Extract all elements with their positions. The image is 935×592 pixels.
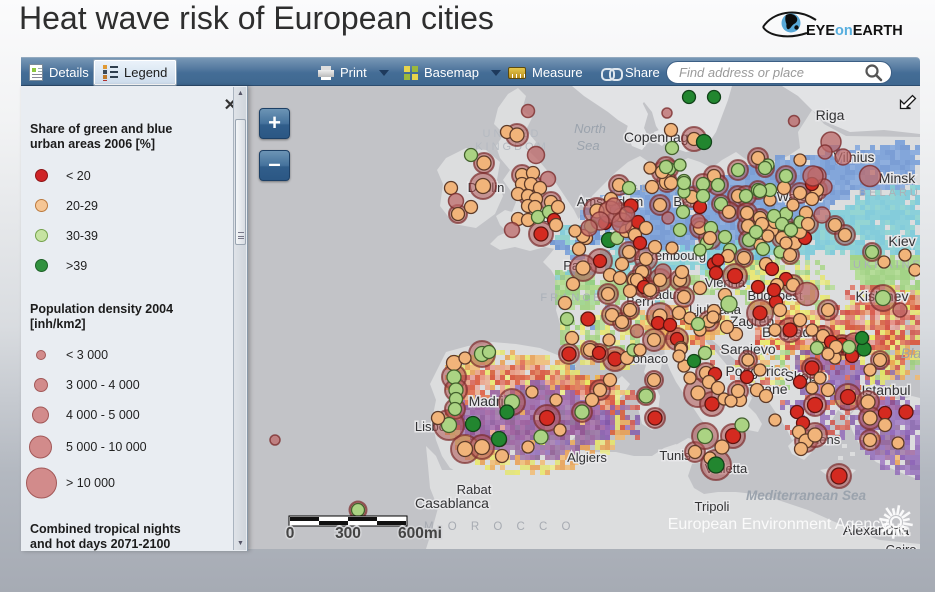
svg-text:North: North bbox=[574, 121, 606, 136]
svg-text:Mediterranean Sea: Mediterranean Sea bbox=[746, 488, 867, 503]
svg-text:Kiev: Kiev bbox=[888, 233, 915, 249]
svg-text:0: 0 bbox=[286, 525, 295, 542]
svg-text:Bla: Bla bbox=[901, 345, 920, 361]
svg-text:Algiers: Algiers bbox=[567, 450, 607, 465]
svg-text:300: 300 bbox=[335, 525, 361, 542]
svg-text:Sea: Sea bbox=[576, 138, 599, 153]
svg-text:BELARUS: BELARUS bbox=[859, 187, 920, 199]
svg-text:Minsk: Minsk bbox=[879, 170, 917, 186]
svg-text:Cairo: Cairo bbox=[885, 542, 916, 549]
svg-text:EYEonEARTH: EYEonEARTH bbox=[806, 23, 903, 39]
svg-text:600mi: 600mi bbox=[398, 525, 442, 542]
svg-text:Riga: Riga bbox=[816, 107, 845, 123]
svg-text:Tripoli: Tripoli bbox=[695, 499, 730, 514]
svg-text:M O R O C C O: M O R O C C O bbox=[424, 521, 576, 533]
svg-text:European Environment Agency: European Environment Agency bbox=[668, 516, 889, 533]
svg-text:Casablanca: Casablanca bbox=[415, 495, 489, 511]
